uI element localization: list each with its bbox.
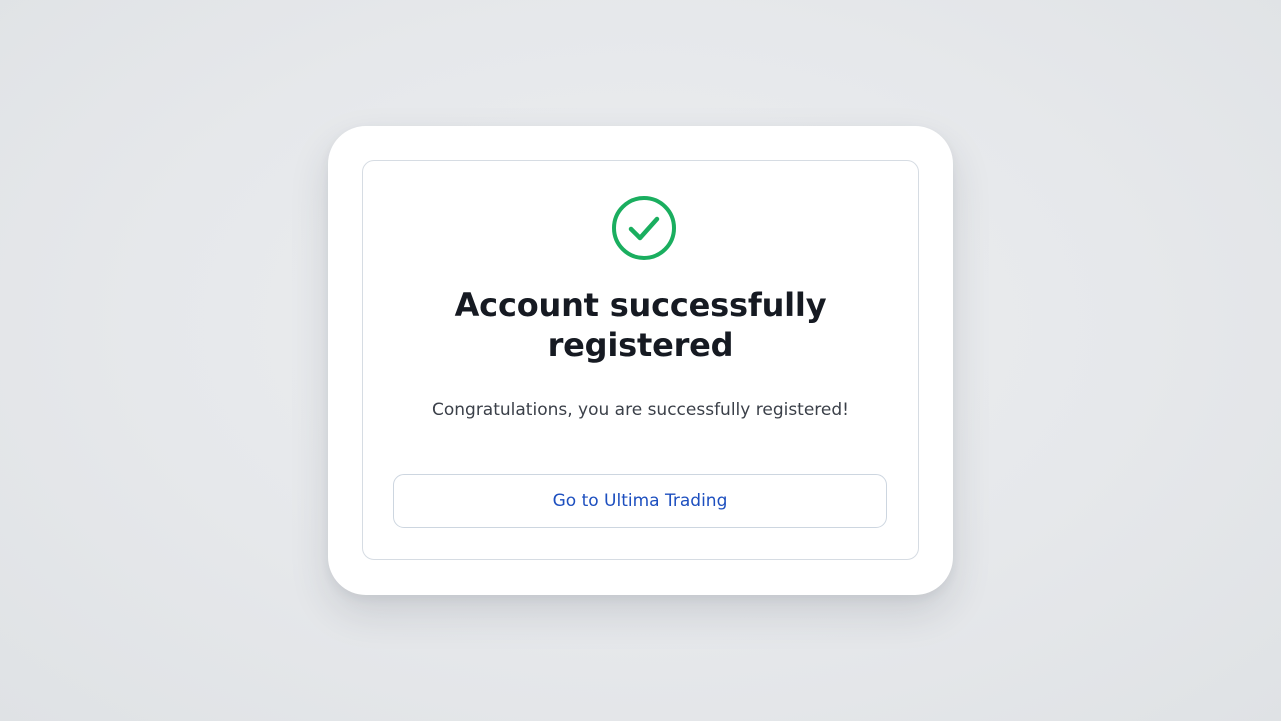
dialog-content: Account successfully registered Congratu…	[362, 160, 919, 560]
go-to-ultima-trading-button[interactable]: Go to Ultima Trading	[393, 474, 887, 528]
registration-success-dialog: Account successfully registered Congratu…	[328, 126, 953, 595]
dialog-title-line-1: Account successfully	[454, 286, 827, 324]
dialog-message: Congratulations, you are successfully re…	[431, 400, 849, 420]
dialog-title: Account successfully registered	[363, 285, 918, 365]
check-circle-icon	[611, 195, 677, 261]
dialog-title-line-2: registered	[547, 326, 734, 364]
